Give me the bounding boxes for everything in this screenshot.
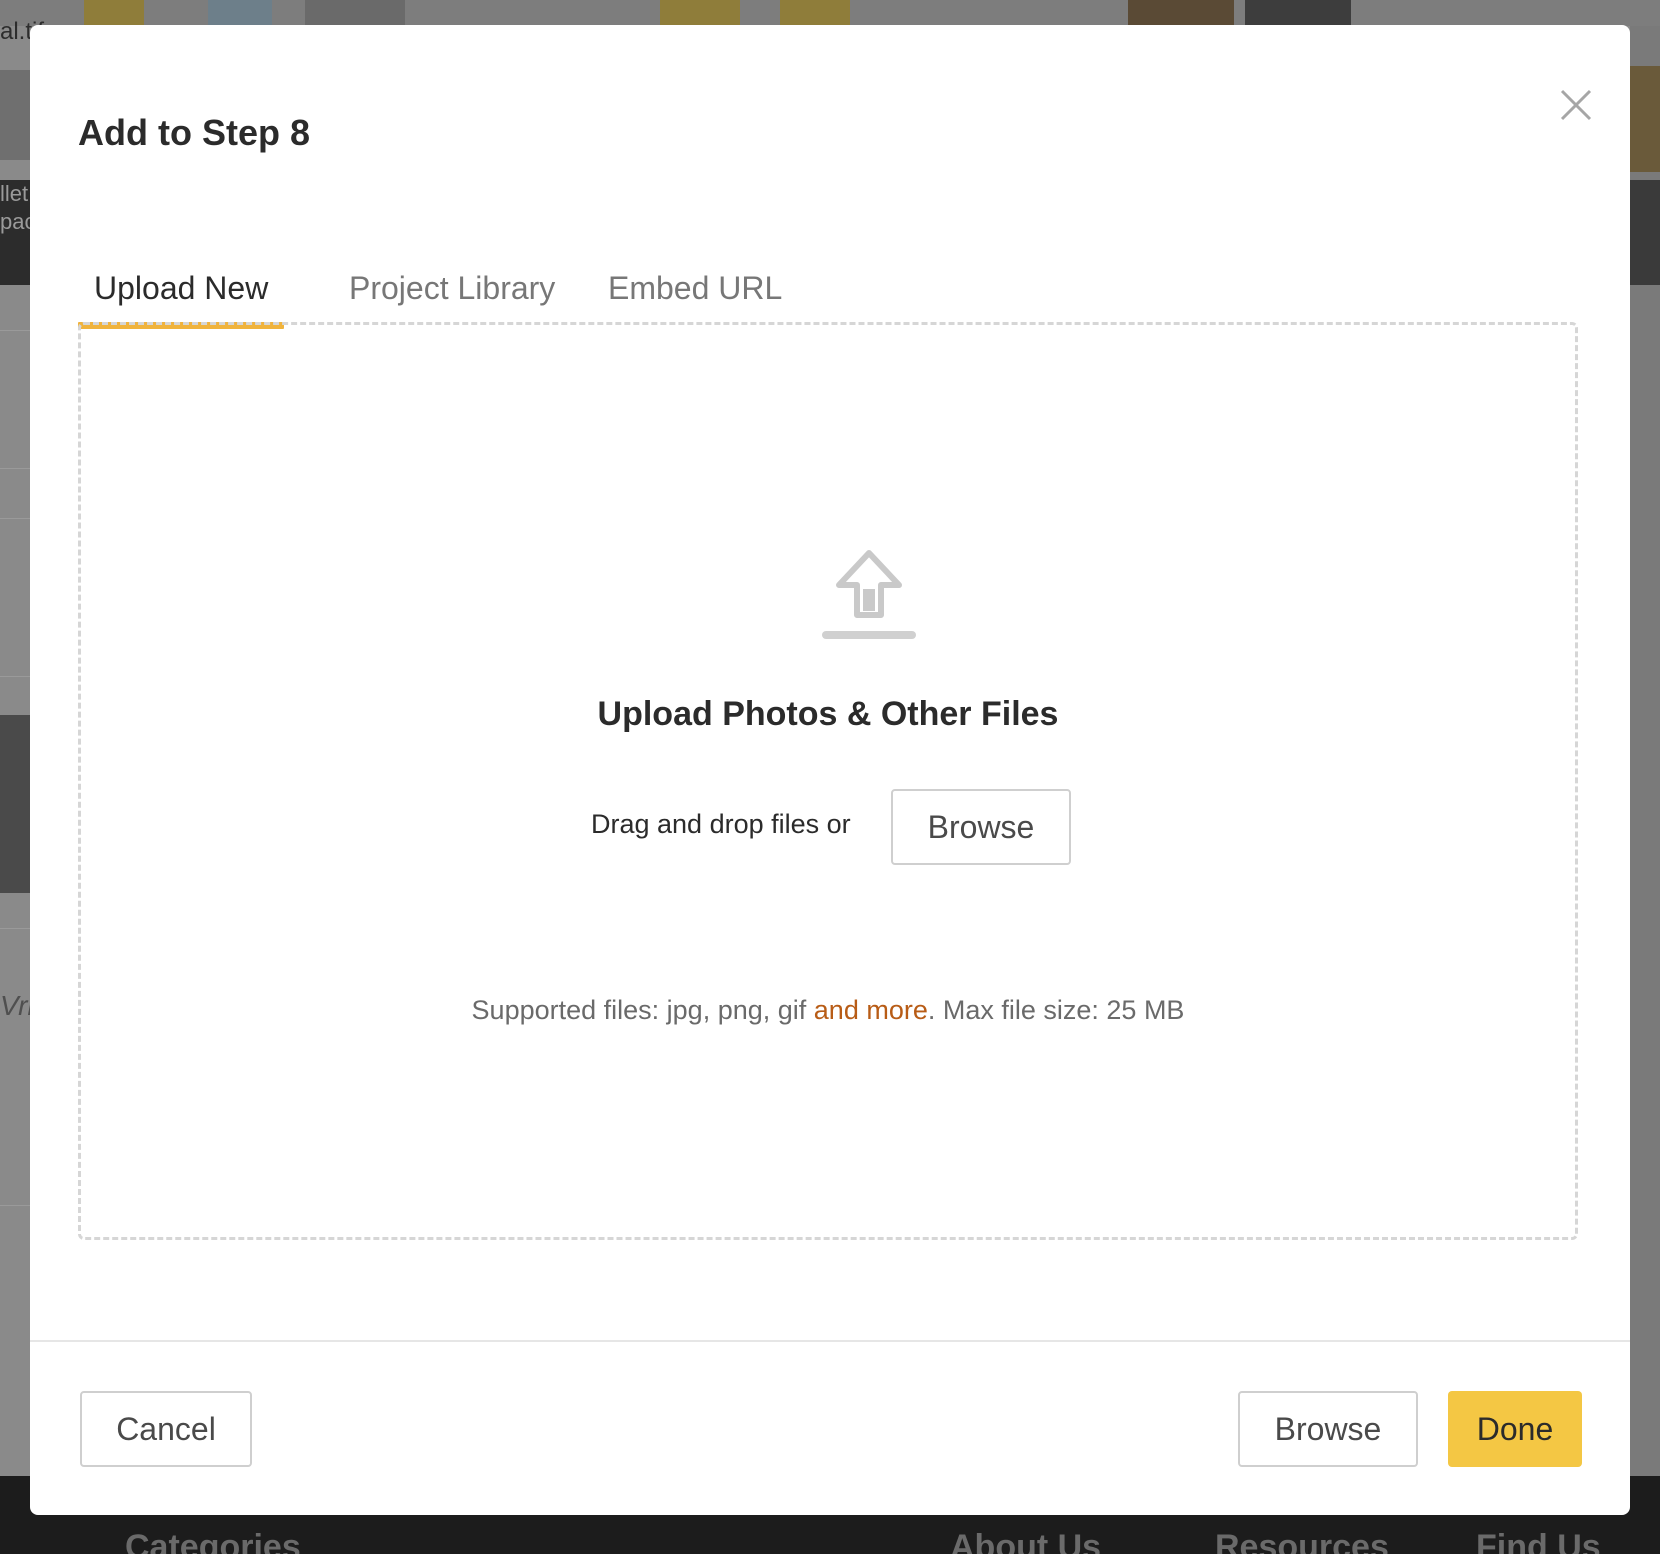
footer-heading: Categories — [125, 1528, 301, 1554]
background-thumbnail — [780, 0, 850, 26]
background-card-line: llet — [0, 181, 29, 206]
footer-heading: About Us — [950, 1528, 1102, 1554]
tab-upload-new[interactable]: Upload New — [78, 258, 285, 329]
background-thumbnail — [84, 0, 144, 26]
background-thumbnail — [1245, 0, 1351, 26]
upload-arrow-icon — [822, 550, 916, 639]
drag-drop-row: Drag and drop files or Browse — [81, 789, 1575, 865]
footer-heading: Resources — [1215, 1528, 1389, 1554]
upload-heading: Upload Photos & Other Files — [597, 695, 1059, 733]
background-card-line: pac — [0, 209, 36, 234]
background-divider — [0, 676, 30, 677]
background-dark-card — [1630, 180, 1660, 285]
background-divider — [0, 330, 30, 331]
file-dropzone[interactable]: Upload Photos & Other Files Drag and dro… — [78, 322, 1578, 1240]
background-thumbnail-strip — [0, 0, 1660, 26]
background-divider — [0, 518, 30, 519]
done-button[interactable]: Done — [1448, 1391, 1582, 1467]
background-thumbnail — [660, 0, 740, 26]
tab-embed-url[interactable]: Embed URL — [592, 258, 798, 318]
close-icon — [1560, 89, 1592, 121]
background-thumbnail — [305, 0, 405, 26]
dialog-title: Add to Step 8 — [78, 112, 310, 153]
background-dark-card: llet pac — [0, 180, 36, 285]
close-button[interactable] — [1556, 85, 1596, 125]
background-divider — [0, 468, 30, 469]
footer-heading: Find Us — [1476, 1528, 1601, 1554]
supported-suffix: . Max file size: 25 MB — [927, 995, 1185, 1025]
background-divider — [0, 1205, 30, 1206]
footer-browse-button[interactable]: Browse — [1238, 1391, 1418, 1467]
browse-files-button[interactable]: Browse — [891, 789, 1071, 865]
background-photo — [1630, 66, 1660, 172]
background-thumbnail — [208, 0, 272, 26]
background-divider — [0, 928, 30, 929]
supported-prefix: Supported files: jpg, png, gif — [471, 995, 807, 1025]
supported-files-text: Supported files: jpg, png, gif and more.… — [81, 995, 1575, 1026]
supported-files-more-link[interactable]: and more — [814, 995, 928, 1025]
footer-divider — [30, 1340, 1630, 1342]
background-thumbnail — [1128, 0, 1234, 26]
background-italic-text: Vri — [0, 990, 34, 1021]
background-thumbnail — [0, 70, 30, 160]
tab-project-library[interactable]: Project Library — [333, 258, 571, 318]
cancel-button[interactable]: Cancel — [80, 1391, 252, 1467]
background-photo — [0, 715, 30, 893]
add-to-step-dialog: Add to Step 8 Upload New Project Library… — [30, 25, 1630, 1515]
drag-drop-text: Drag and drop files or — [591, 809, 851, 839]
